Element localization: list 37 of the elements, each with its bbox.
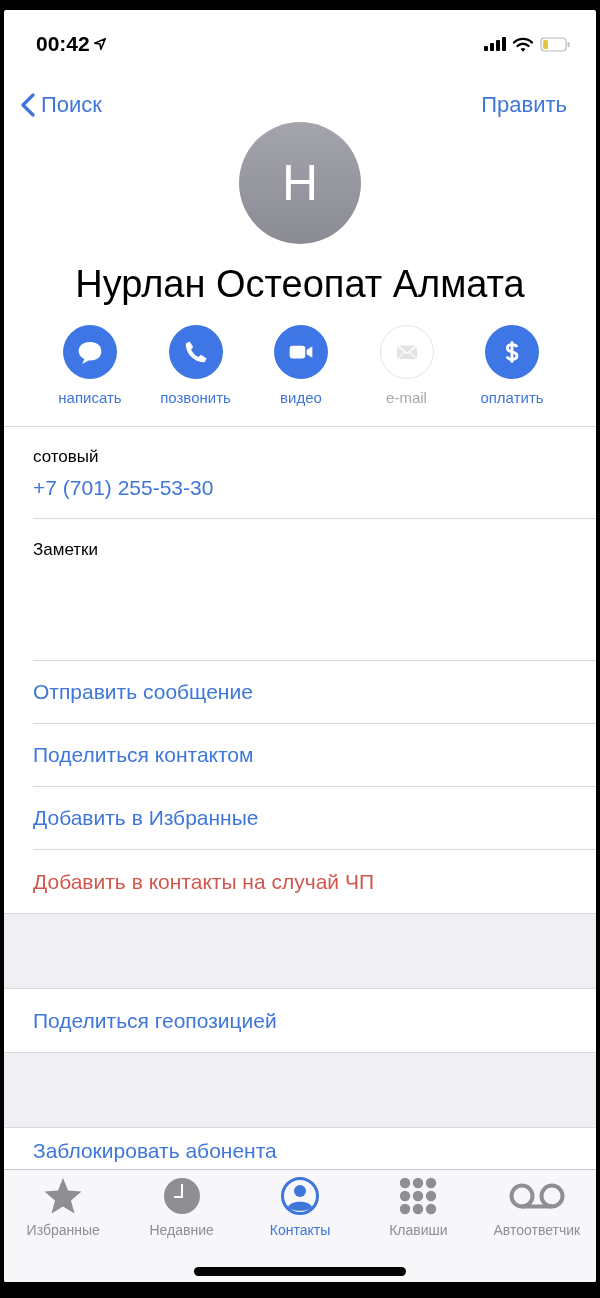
action-label: e-mail	[386, 389, 427, 406]
person-icon	[280, 1176, 320, 1216]
wifi-icon	[513, 36, 533, 52]
phone-number-link[interactable]: +7 (701) 255-53-30	[33, 476, 596, 500]
edit-button[interactable]: Править	[481, 92, 567, 118]
star-icon	[43, 1176, 84, 1216]
keypad-icon	[398, 1176, 439, 1216]
action-label: позвонить	[160, 389, 231, 406]
action-row[interactable]: Отправить сообщение	[33, 661, 596, 724]
location-arrow-icon	[92, 37, 107, 51]
call-action-button[interactable]	[168, 325, 223, 379]
action-label: написать	[58, 389, 122, 406]
action-row[interactable]: Заблокировать абонента	[33, 1128, 596, 1163]
message-action-button[interactable]	[63, 325, 117, 379]
tab-item[interactable]: Автоответчик	[477, 1170, 596, 1252]
action-label: видео	[280, 389, 322, 406]
tab-item[interactable]: Недавние	[122, 1170, 241, 1252]
chevron-left-icon	[21, 92, 35, 118]
tab-item[interactable]: Клавиши	[359, 1170, 478, 1252]
video-action-button[interactable]	[274, 325, 328, 379]
action-row[interactable]: Добавить в Избранные	[33, 787, 596, 850]
action-row[interactable]: Добавить в контакты на случай ЧП	[33, 850, 596, 913]
status-time: 00:42	[36, 32, 90, 56]
tab-item[interactable]: Избранные	[4, 1170, 123, 1252]
contact-avatar: Н	[239, 122, 361, 244]
tab-item[interactable]: Контакты	[240, 1170, 360, 1252]
contact-name: Нурлан Остеопат Алмата	[74, 262, 526, 307]
back-button[interactable]: Поиск	[21, 92, 102, 118]
action-row[interactable]: Поделиться геопозицией	[33, 989, 596, 1052]
action-row[interactable]: Поделиться контактом	[33, 724, 596, 787]
pay-action-button[interactable]	[485, 325, 539, 379]
clock-icon	[161, 1176, 202, 1216]
phone-label: сотовый	[33, 446, 100, 467]
battery-icon	[540, 36, 570, 52]
action-label: оплатить	[480, 389, 544, 406]
notes-label: Заметки	[33, 539, 100, 560]
signal-icon	[484, 37, 506, 51]
